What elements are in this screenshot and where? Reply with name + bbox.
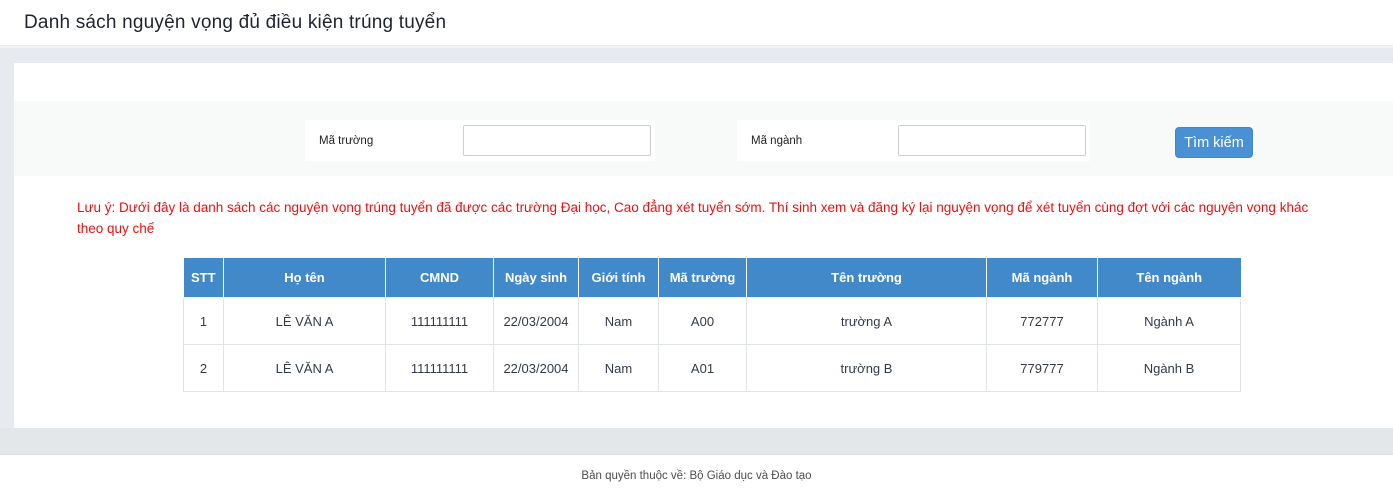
table-cell: A00 <box>659 298 747 345</box>
table-header-cell: Tên ngành <box>1098 258 1241 298</box>
table-header-row: STTHọ tênCMNDNgày sinhGiới tínhMã trường… <box>184 258 1241 298</box>
major-code-field-group: Mã ngành <box>737 120 1090 161</box>
notice-text: Lưu ý: Dưới đây là danh sách các nguyện … <box>77 198 1311 240</box>
table-cell: 22/03/2004 <box>494 298 579 345</box>
main-card: Mã trường Mã ngành Tìm kiếm Lưu ý: Dưới … <box>14 63 1393 428</box>
table-cell: LÊ VĂN A <box>224 345 386 392</box>
table-cell: trường B <box>747 345 987 392</box>
table-cell: 1 <box>184 298 224 345</box>
table-cell: Ngành B <box>1098 345 1241 392</box>
table-cell: 22/03/2004 <box>494 345 579 392</box>
table-header-cell: Mã ngành <box>987 258 1098 298</box>
table-cell: 2 <box>184 345 224 392</box>
card-content: Lưu ý: Dưới đây là danh sách các nguyện … <box>14 176 1393 428</box>
header-divider <box>0 46 1393 63</box>
table-cell: 111111111 <box>386 298 494 345</box>
table-header-cell: Mã trường <box>659 258 747 298</box>
major-code-input[interactable] <box>898 125 1086 156</box>
school-code-field-group: Mã trường <box>305 120 655 161</box>
search-button[interactable]: Tìm kiếm <box>1175 127 1253 158</box>
card-toolbar-strip <box>14 63 1393 101</box>
table-cell: 111111111 <box>386 345 494 392</box>
school-code-input[interactable] <box>463 125 651 156</box>
table-cell: A01 <box>659 345 747 392</box>
results-table-body: 1LÊ VĂN A11111111122/03/2004NamA00trường… <box>184 298 1241 392</box>
bottom-spacer <box>0 428 1393 454</box>
table-cell: 779777 <box>987 345 1098 392</box>
table-row: 2LÊ VĂN A11111111122/03/2004NamA01trường… <box>184 345 1241 392</box>
page-footer: Bản quyền thuộc về: Bộ Giáo dục và Đào t… <box>0 454 1393 496</box>
table-row: 1LÊ VĂN A11111111122/03/2004NamA00trường… <box>184 298 1241 345</box>
table-cell: trường A <box>747 298 987 345</box>
table-header-cell: Tên trường <box>747 258 987 298</box>
table-header-cell: Giới tính <box>579 258 659 298</box>
results-table: STTHọ tênCMNDNgày sinhGiới tínhMã trường… <box>183 258 1241 393</box>
table-cell: Nam <box>579 298 659 345</box>
table-cell: Nam <box>579 345 659 392</box>
page-header: Danh sách nguyện vọng đủ điều kiện trúng… <box>0 0 1393 46</box>
school-code-label: Mã trường <box>319 135 373 147</box>
page-title: Danh sách nguyện vọng đủ điều kiện trúng… <box>24 12 446 34</box>
table-cell: Ngành A <box>1098 298 1241 345</box>
table-header-cell: Ngày sinh <box>494 258 579 298</box>
table-header-cell: CMND <box>386 258 494 298</box>
copyright-text: Bản quyền thuộc về: Bộ Giáo dục và Đào t… <box>581 470 811 482</box>
results-table-head: STTHọ tênCMNDNgày sinhGiới tínhMã trường… <box>184 258 1241 298</box>
major-code-label: Mã ngành <box>751 135 802 147</box>
search-form: Mã trường Mã ngành Tìm kiếm <box>14 101 1393 176</box>
table-cell: LÊ VĂN A <box>224 298 386 345</box>
table-header-cell: STT <box>184 258 224 298</box>
table-header-cell: Họ tên <box>224 258 386 298</box>
table-cell: 772777 <box>987 298 1098 345</box>
